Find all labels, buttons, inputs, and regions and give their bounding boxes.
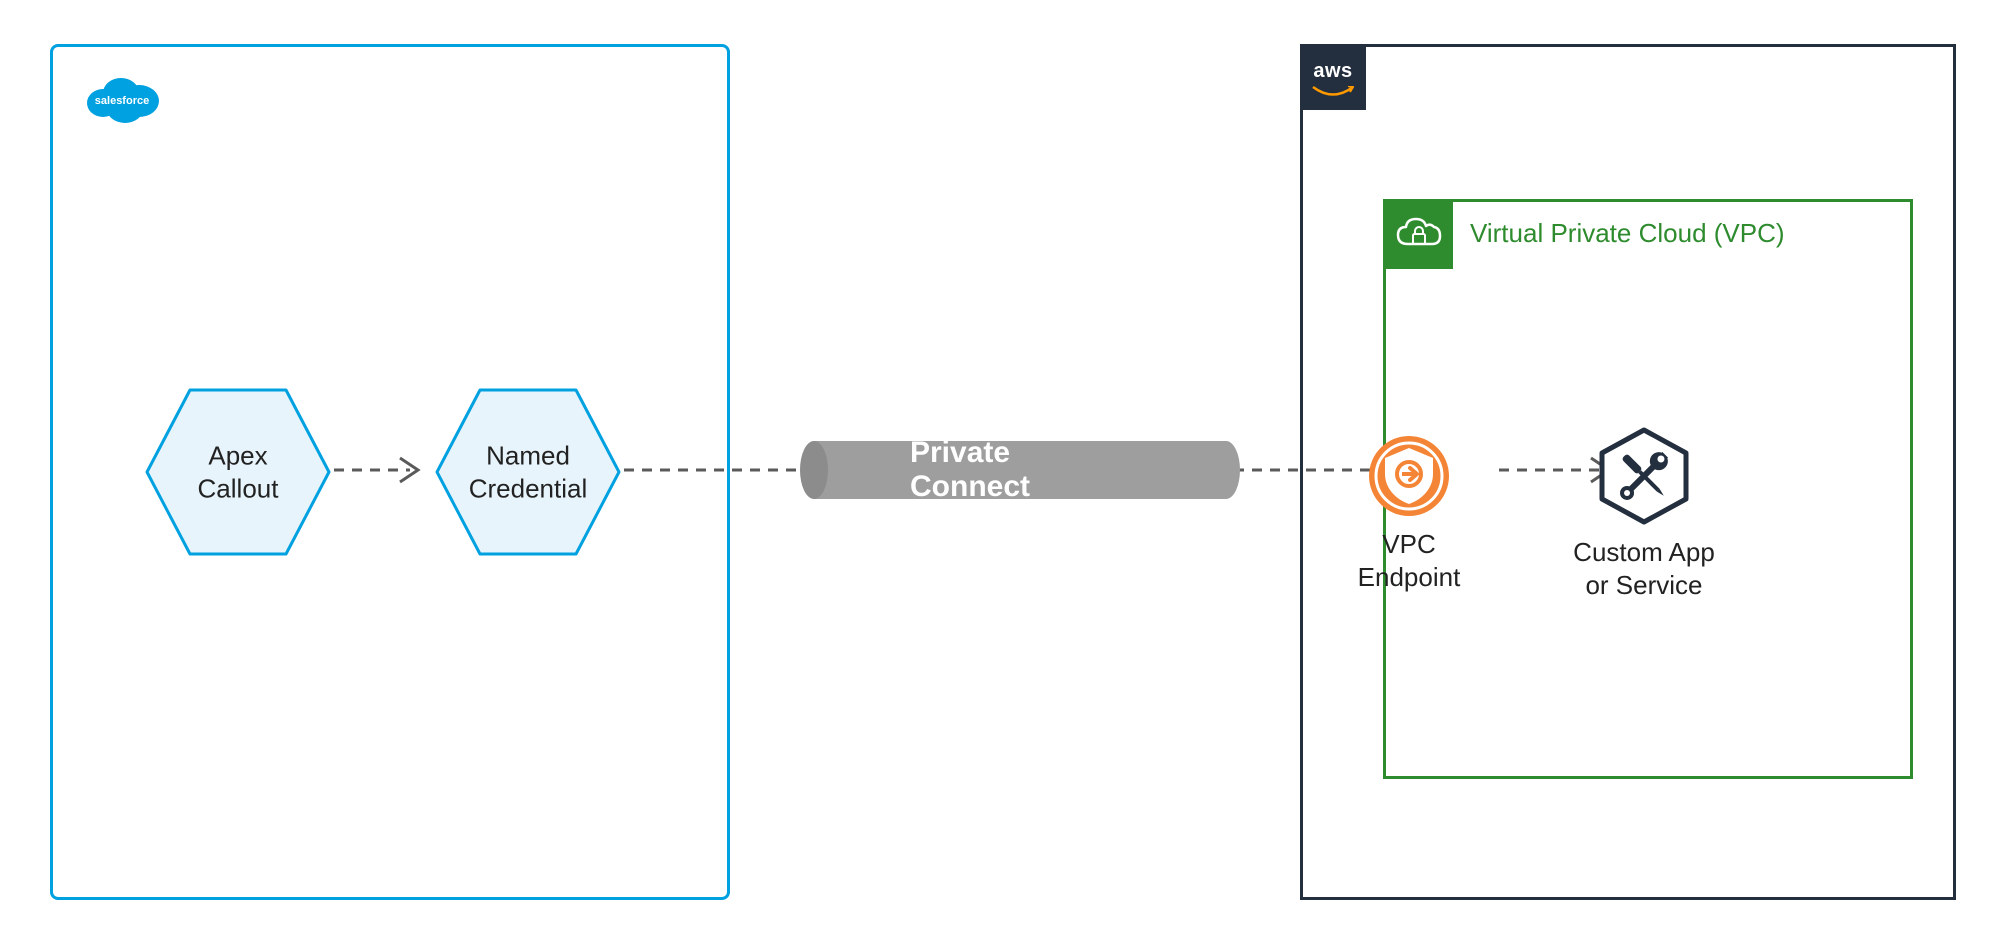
vpc-container: Virtual Private Cloud (VPC) VPC Endpoint <box>1383 199 1913 779</box>
vpc-endpoint-node: VPC Endpoint <box>1344 434 1474 593</box>
named-credential-label: Named Credential <box>469 440 588 505</box>
vpc-endpoint-label: VPC Endpoint <box>1344 528 1474 593</box>
diagram-canvas: salesforce Apex Callout Named Credential <box>0 0 2000 936</box>
aws-logo-icon: aws <box>1300 44 1366 110</box>
custom-app-label: Custom App or Service <box>1554 536 1734 601</box>
private-connect-label: Private Connect <box>910 436 1130 504</box>
named-credential-node: Named Credential <box>433 377 623 567</box>
svg-text:salesforce: salesforce <box>95 95 149 107</box>
vpc-cloud-lock-icon <box>1383 199 1453 269</box>
salesforce-logo-icon: salesforce <box>83 71 161 125</box>
salesforce-container: salesforce Apex Callout Named Credential <box>50 44 730 900</box>
vpc-title-label: Virtual Private Cloud (VPC) <box>1470 218 1785 249</box>
custom-app-node: Custom App or Service <box>1554 426 1734 601</box>
apex-callout-label: Apex Callout <box>198 440 279 505</box>
apex-callout-node: Apex Callout <box>143 377 333 567</box>
private-connect-pipe: Private Connect <box>800 441 1240 499</box>
aws-container: aws Virtual Private Cloud (VPC) <box>1300 44 1956 900</box>
